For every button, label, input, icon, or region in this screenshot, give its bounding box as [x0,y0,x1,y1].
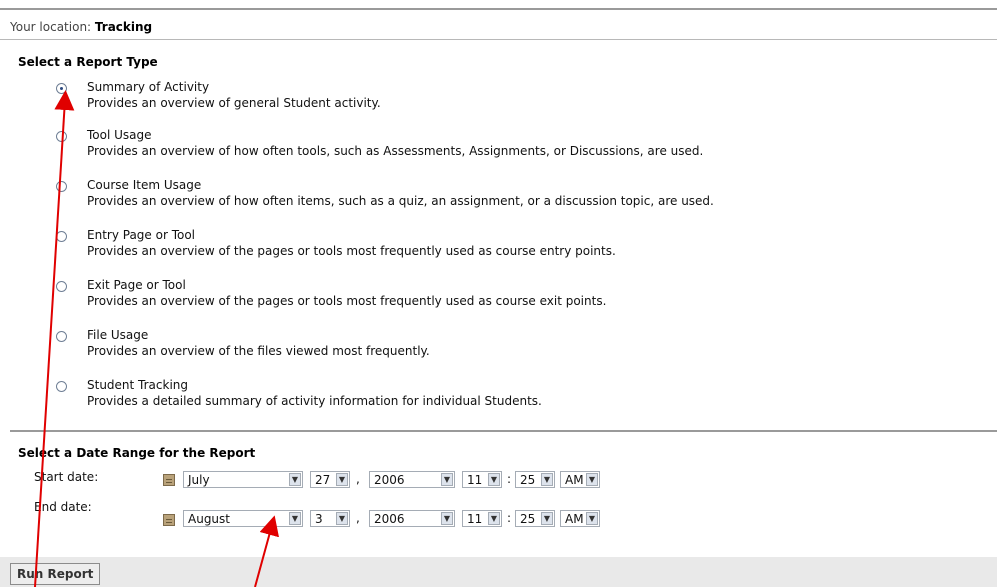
top-divider [0,8,997,10]
chevron-down-icon[interactable]: ▼ [336,473,348,486]
end-minute-value: 25 [520,512,536,526]
section-divider [10,430,997,432]
radio-icon[interactable] [56,231,67,242]
breadcrumb-divider [0,39,997,40]
end-day-select[interactable]: 3 ▼ [310,510,350,527]
date-comma: , [356,472,360,486]
chevron-down-icon[interactable]: ▼ [289,473,301,486]
chevron-down-icon[interactable]: ▼ [488,473,500,486]
end-ampm-value: AM [565,512,584,526]
report-option-label: Entry Page or Tool [87,228,196,242]
chevron-down-icon[interactable]: ▼ [488,512,500,525]
chevron-down-icon[interactable]: ▼ [441,512,453,525]
run-report-button[interactable]: Run Report [10,563,101,585]
radio-icon[interactable] [56,131,67,142]
chevron-down-icon[interactable]: ▼ [586,512,598,525]
end-date-label: End date: [34,500,92,514]
start-year-value: 2006 [374,473,405,487]
start-hour-value: 11 [467,473,483,487]
start-day-value: 27 [315,473,331,487]
chevron-down-icon[interactable]: ▼ [541,473,553,486]
end-ampm-select[interactable]: AM ▼ [560,510,600,527]
start-minute-value: 25 [520,473,536,487]
report-option-description: Provides an overview of the pages or too… [87,294,607,308]
chevron-down-icon[interactable]: ▼ [441,473,453,486]
chevron-down-icon[interactable]: ▼ [586,473,598,486]
date-range-title: Select a Date Range for the Report [18,446,256,460]
radio-icon[interactable] [56,83,67,94]
start-minute-select[interactable]: 25 ▼ [515,471,555,488]
report-option-label: Student Tracking [87,378,189,392]
calendar-icon[interactable] [163,474,175,486]
start-year-select[interactable]: 2006 ▼ [369,471,455,488]
end-month-select[interactable]: August ▼ [183,510,303,527]
end-year-select[interactable]: 2006 ▼ [369,510,455,527]
start-day-select[interactable]: 27 ▼ [310,471,350,488]
report-option-label: Course Item Usage [87,178,202,192]
time-colon: : [507,472,512,486]
end-hour-select[interactable]: 11 ▼ [462,510,502,527]
report-option-description: Provides a detailed summary of activity … [87,394,542,408]
date-comma: , [356,511,360,525]
chevron-down-icon[interactable]: ▼ [541,512,553,525]
report-option-description: Provides an overview of the files viewed… [87,344,430,358]
report-type-title: Select a Report Type [18,55,158,69]
start-ampm-value: AM [565,473,584,487]
footer-bar [0,557,997,587]
chevron-down-icon[interactable]: ▼ [289,512,301,525]
end-year-value: 2006 [374,512,405,526]
radio-icon[interactable] [56,331,67,342]
start-ampm-select[interactable]: AM ▼ [560,471,600,488]
end-minute-select[interactable]: 25 ▼ [515,510,555,527]
time-colon: : [507,511,512,525]
report-option-label: Exit Page or Tool [87,278,186,292]
breadcrumb-prefix: Your location: [10,20,92,34]
report-option-description: Provides an overview of how often tools,… [87,144,704,158]
calendar-icon[interactable] [163,514,175,526]
end-day-value: 3 [315,512,323,526]
radio-icon[interactable] [56,181,67,192]
start-hour-select[interactable]: 11 ▼ [462,471,502,488]
radio-icon[interactable] [56,381,67,392]
report-option-label: Summary of Activity [87,80,210,94]
breadcrumb-current: Tracking [94,20,153,34]
end-month-value: August [188,512,230,526]
report-option-description: Provides an overview of how often items,… [87,194,714,208]
end-hour-value: 11 [467,512,483,526]
radio-icon[interactable] [56,281,67,292]
report-option-label: Tool Usage [87,128,152,142]
report-option-description: Provides an overview of general Student … [87,96,381,110]
report-option-description: Provides an overview of the pages or too… [87,244,616,258]
chevron-down-icon[interactable]: ▼ [336,512,348,525]
start-month-value: July [188,473,210,487]
start-date-label: Start date: [34,470,99,484]
report-option-label: File Usage [87,328,149,342]
start-month-select[interactable]: July ▼ [183,471,303,488]
breadcrumb: Your location: Tracking [10,20,152,34]
